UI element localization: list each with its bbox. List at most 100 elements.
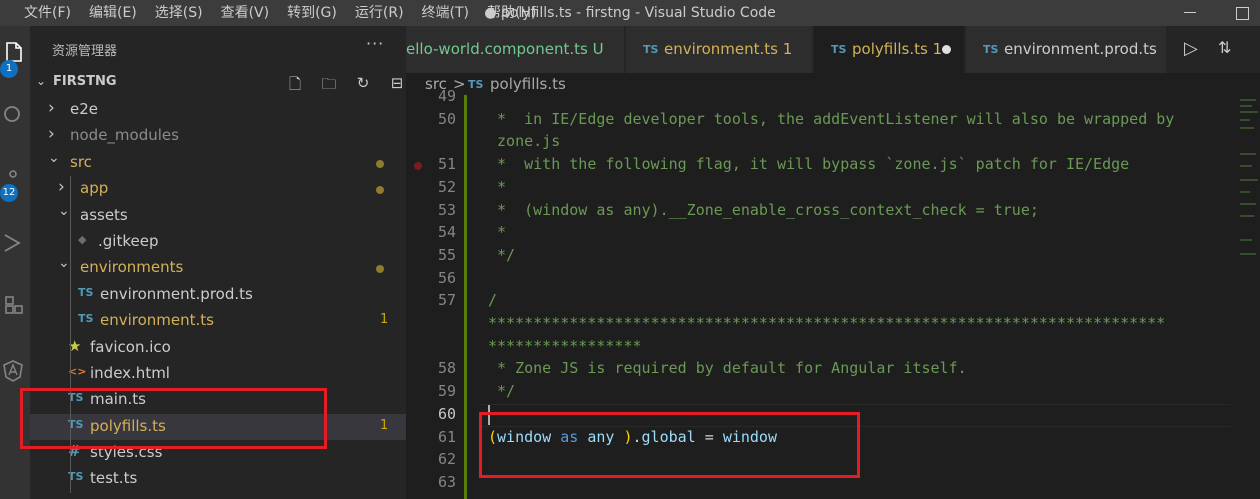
tree-item-label: environment.ts [100,311,214,330]
extensions-icon[interactable] [0,288,30,322]
line-number: 55 [437,245,456,264]
tree-item[interactable]: TS environment.prod.ts [30,282,406,308]
code-line: */ [488,382,516,401]
menu-selection[interactable]: 选择(S) [155,0,203,26]
unsaved-dot[interactable] [942,45,951,54]
tree-item-label: assets [80,205,128,224]
title-bar: 文件(F) 编辑(E) 选择(S) 查看(V) 转到(G) 运行(R) 终端(T… [0,0,1260,26]
refresh-icon[interactable]: ↻ [346,74,380,94]
tree-item-label: .gitkeep [98,231,159,250]
workspace-section-header[interactable]: ⌄ FIRSTNG 🗋 🗀 ↻ ⊟ [30,70,406,96]
line-number: 63 [437,472,456,491]
tree-item[interactable]: ⌄ src [30,150,406,176]
code-line: * in IE/Edge developer tools, the addEve… [488,109,1175,128]
line-number: 59 [437,382,456,401]
run-debug-icon[interactable] [0,226,30,260]
code-line: * with the following flag, it will bypas… [488,155,1130,174]
highlight-box-files [20,388,327,449]
minimize-button[interactable] [1170,0,1210,26]
ts-file-icon: TS [983,43,999,56]
modified-dot [376,186,384,195]
new-folder-icon[interactable]: 🗀 [312,74,346,94]
tree-item[interactable]: ◆ .gitkeep [30,229,406,255]
breadcrumb-file[interactable]: polyfills.ts [490,75,566,93]
line-number: 58 [437,359,456,378]
tree-item[interactable]: <> index.html [30,361,406,387]
chevron-down-icon[interactable]: ⌄ [48,150,60,166]
line-number: 56 [437,268,456,287]
compare-changes-icon[interactable]: ⇅ [1218,38,1231,57]
tree-item-label: index.html [90,363,170,382]
angular-icon[interactable] [0,354,30,388]
modified-dot [376,159,384,168]
chevron-down-icon: ⌄ [36,74,47,88]
editor-tab[interactable]: TS polyfills.ts 1 [814,26,965,73]
line-number: 57 [437,291,456,310]
tree-item[interactable]: ⌄ environments [30,255,406,281]
line-number: 62 [437,450,456,469]
code-line: ***************** [488,336,642,355]
code-line: * [488,223,507,242]
menu-terminal[interactable]: 终端(T) [422,0,469,26]
editor-tab[interactable]: TS environment.ts 1 [626,26,813,73]
tree-item[interactable]: › app [30,176,406,202]
tree-item-label: favicon.ico [90,337,171,356]
tree-item[interactable]: TS test.ts [30,466,406,492]
tree-item-label: test.ts [90,469,138,488]
ts-file-icon: TS [468,78,484,91]
line-number: 54 [437,223,456,242]
more-actions-button[interactable]: ··· [366,34,384,53]
tree-item-label: src [70,152,92,171]
menu-run[interactable]: 运行(R) [355,0,404,26]
menu-go[interactable]: 转到(G) [287,0,337,26]
code-line: zone.js [488,132,561,151]
line-number: 53 [437,200,456,219]
new-file-icon[interactable]: 🗋 [278,74,312,94]
tree-item[interactable]: ★ favicon.ico [30,335,406,361]
line-number: 60 [437,404,456,423]
git-file-icon: ◆ [78,232,87,246]
ts-file-icon: TS [78,312,94,326]
problem-count: 1 [380,312,389,328]
menu-bar: 文件(F) 编辑(E) 选择(S) 查看(V) 转到(G) 运行(R) 终端(T… [0,0,554,26]
line-number: 49 [437,87,456,105]
code-line: */ [488,245,516,264]
line-number: 50 [437,109,456,128]
line-number: 61 [437,427,456,446]
menu-edit[interactable]: 编辑(E) [89,0,137,26]
problem-count: 1 [380,417,389,433]
ts-file-icon: TS [78,285,94,299]
explorer-badge: 1 [0,60,18,78]
source-control-badge: 12 [0,184,18,202]
code-line: * [488,177,507,196]
code-line: ****************************************… [488,314,1166,332]
tree-item[interactable]: TS environment.ts 1 [30,308,406,334]
tab-label: polyfills.ts 1 [852,40,943,58]
code-line: * Zone JS is required by default for Ang… [488,359,967,378]
chevron-right-icon[interactable]: › [58,177,65,197]
run-icon[interactable]: ▷ [1184,38,1198,59]
minimap[interactable] [1238,95,1260,275]
menu-help[interactable]: 帮助(H) [487,0,536,26]
code-line: * (window as any).__Zone_enable_cross_co… [488,200,1039,219]
editor-tab[interactable]: TS environment.prod.ts [966,26,1167,73]
maximize-button[interactable] [1220,0,1260,26]
menu-view[interactable]: 查看(V) [221,0,270,26]
editor-tab[interactable]: ello-world.component.ts U [406,26,625,73]
ts-file-icon: TS [643,43,659,56]
chevron-right-icon[interactable]: › [48,124,55,144]
chevron-right-icon[interactable]: › [48,98,55,118]
tab-label: environment.ts 1 [664,40,793,58]
tree-item[interactable]: › e2e [30,97,406,123]
tree-item[interactable]: ⌄ assets [30,203,406,229]
search-icon[interactable] [0,98,30,132]
tree-item-label: e2e [70,100,99,118]
breadcrumb: src > TS polyfills.ts [406,73,1260,95]
tree-item[interactable]: › node_modules [30,123,406,149]
chevron-down-icon[interactable]: ⌄ [58,255,70,271]
tree-item-label: node_modules [70,126,179,145]
modified-dot [376,265,384,274]
menu-file[interactable]: 文件(F) [24,0,71,26]
chevron-down-icon[interactable]: ⌄ [58,203,70,219]
line-number: 52 [437,177,456,196]
